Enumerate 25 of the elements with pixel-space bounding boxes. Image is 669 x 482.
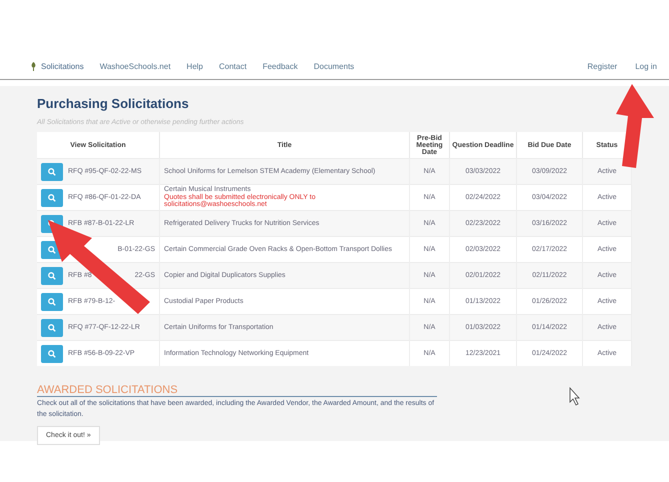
view-button[interactable] xyxy=(41,188,63,206)
view-button[interactable] xyxy=(41,292,63,310)
search-icon xyxy=(48,350,56,358)
nav-link[interactable]: Contact xyxy=(219,62,247,71)
search-icon xyxy=(48,194,56,202)
cursor-icon xyxy=(570,386,580,406)
view-button[interactable] xyxy=(41,266,63,284)
section-heading: AWARDED SOLICITATIONS xyxy=(37,384,437,397)
nav-link[interactable]: Log in xyxy=(635,62,657,71)
nav-link[interactable]: Feedback xyxy=(262,62,298,71)
view-button[interactable] xyxy=(41,318,63,336)
search-icon xyxy=(48,324,56,332)
search-icon xyxy=(48,272,56,280)
nav-link[interactable]: Solicitations xyxy=(30,62,84,71)
nav-link[interactable]: WashoeSchools.net xyxy=(100,62,171,71)
search-icon xyxy=(48,168,56,176)
search-icon xyxy=(48,298,56,306)
search-icon xyxy=(48,246,56,254)
leaf-icon xyxy=(30,62,37,71)
nav-link[interactable]: Register xyxy=(587,62,618,71)
nav-link[interactable]: Help xyxy=(186,62,203,71)
page-title: Purchasing Solicitations xyxy=(37,96,190,111)
nav-link[interactable]: Documents xyxy=(314,62,354,71)
view-button[interactable] xyxy=(41,344,63,362)
view-button[interactable] xyxy=(41,162,63,180)
